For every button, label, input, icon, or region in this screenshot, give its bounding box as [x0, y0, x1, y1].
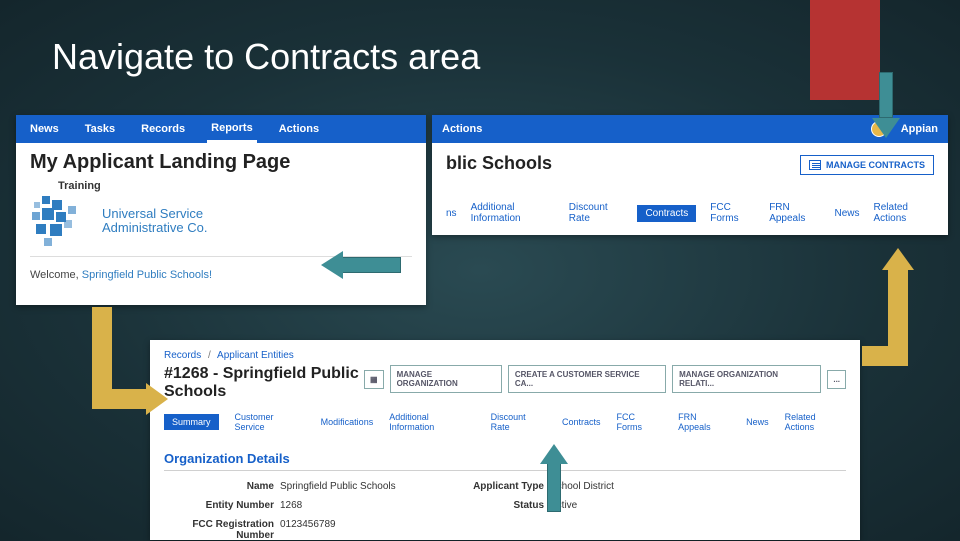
- arrow-down-icon: [872, 72, 900, 142]
- tab-summary[interactable]: Summary: [164, 414, 219, 430]
- manage-contracts-button[interactable]: MANAGE CONTRACTS: [800, 155, 934, 175]
- manage-organization-button[interactable]: MANAGE ORGANIZATION: [390, 365, 502, 393]
- nav-item-reports[interactable]: Reports: [207, 116, 257, 143]
- action-button-row: ▦ MANAGE ORGANIZATION CREATE A CUSTOMER …: [364, 365, 846, 393]
- welcome-org-link[interactable]: Springfield Public Schools!: [82, 269, 212, 281]
- primary-nav: News Tasks Records Reports Actions: [16, 115, 426, 143]
- document-icon: [809, 160, 821, 170]
- slide-accent-bar: [810, 0, 880, 100]
- tab-additional-information[interactable]: Additional Information: [389, 412, 474, 432]
- breadcrumb-applicant-entities[interactable]: Applicant Entities: [217, 350, 294, 361]
- nav-item-records[interactable]: Records: [137, 117, 189, 141]
- nav-item-actions[interactable]: Actions: [442, 123, 482, 135]
- breadcrumb: Records / Applicant Entities: [164, 350, 846, 361]
- tab-fcc-forms[interactable]: FCC Forms: [710, 202, 755, 224]
- tab-discount-rate[interactable]: Discount Rate: [569, 202, 624, 224]
- organization-details-heading: Organization Details: [164, 451, 846, 471]
- tab-news[interactable]: News: [746, 417, 769, 427]
- elbow-arrow-up-icon: [862, 246, 942, 366]
- usac-logo-icon: [30, 196, 90, 246]
- nav-item-news[interactable]: News: [26, 117, 63, 141]
- nav-item-tasks[interactable]: Tasks: [81, 117, 119, 141]
- organization-details-grid: Name Springfield Public Schools Applican…: [164, 481, 846, 541]
- more-actions-button[interactable]: ...: [827, 370, 846, 389]
- tab-news[interactable]: News: [834, 208, 859, 219]
- tab-fcc-forms[interactable]: FCC Forms: [617, 412, 663, 432]
- tab-related-actions[interactable]: Related Actions: [874, 202, 935, 224]
- secondary-nav: Actions Appian: [432, 115, 948, 143]
- card-view-icon[interactable]: ▦: [364, 370, 384, 389]
- entity-detail-tabs: Summary Customer Service Modifications A…: [164, 412, 846, 433]
- tab-frn-appeals[interactable]: FRN Appeals: [769, 202, 820, 224]
- arrow-up-icon: [540, 440, 568, 512]
- entity-tabs: ns Additional Information Discount Rate …: [446, 202, 934, 224]
- tab-frn-appeals[interactable]: FRN Appeals: [678, 412, 730, 432]
- organization-details-card: Records / Applicant Entities #1268 - Spr…: [150, 340, 860, 540]
- training-label: Training: [58, 180, 412, 192]
- tab-additional-information[interactable]: Additional Information: [471, 202, 555, 224]
- tab-customer-service[interactable]: Customer Service: [235, 412, 305, 432]
- elbow-arrow-right-icon: [92, 307, 172, 407]
- tab-modifications[interactable]: Modifications: [321, 417, 374, 427]
- arrow-left-icon: [321, 252, 401, 278]
- tab-related-actions[interactable]: Related Actions: [785, 412, 846, 432]
- detail-fcc-registration: FCC Registration Number 0123456789: [164, 519, 444, 541]
- tab-contracts[interactable]: Contracts: [637, 205, 696, 222]
- tab-discount-rate[interactable]: Discount Rate: [491, 412, 546, 432]
- detail-applicant-type: Applicant Type School District: [454, 481, 846, 492]
- contracts-header-card: Actions Appian MANAGE CONTRACTS blic Sch…: [432, 115, 948, 235]
- tab-contracts[interactable]: Contracts: [562, 417, 601, 427]
- create-customer-service-button[interactable]: CREATE A CUSTOMER SERVICE CA...: [508, 365, 666, 393]
- brand-label: Appian: [901, 123, 938, 135]
- manage-organization-relations-button[interactable]: MANAGE ORGANIZATION RELATI...: [672, 365, 821, 393]
- detail-status: Status Active: [454, 500, 846, 511]
- slide-title: Navigate to Contracts area: [52, 36, 480, 78]
- entity-title: #1268 - Springfield Public Schools: [164, 365, 364, 402]
- detail-name: Name Springfield Public Schools: [164, 481, 444, 492]
- landing-page-title: My Applicant Landing Page: [30, 151, 412, 174]
- nav-item-actions[interactable]: Actions: [275, 117, 323, 141]
- usac-company-name: Universal Service Administrative Co.: [102, 207, 207, 236]
- detail-entity-number: Entity Number 1268: [164, 500, 444, 511]
- tab-partial[interactable]: ns: [446, 208, 457, 219]
